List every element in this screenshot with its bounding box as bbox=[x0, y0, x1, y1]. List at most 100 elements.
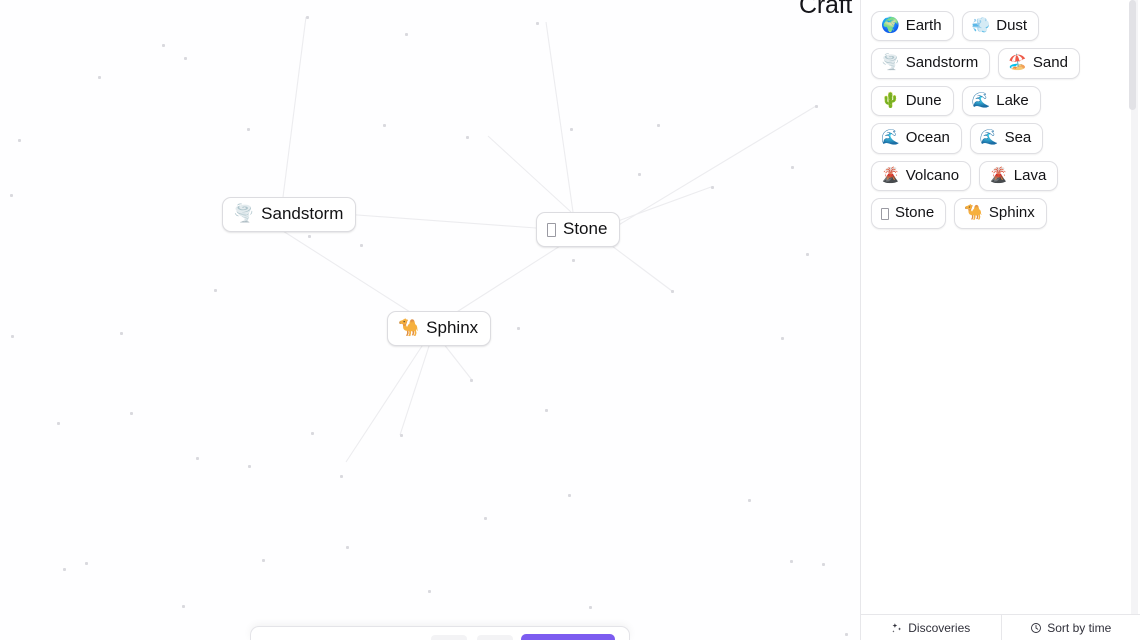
background-dot bbox=[806, 253, 809, 256]
beach-icon: 🏖️ bbox=[1008, 54, 1027, 72]
background-dot bbox=[671, 290, 674, 293]
element-chip-dust[interactable]: 💨 Dust bbox=[961, 10, 1040, 41]
element-chip-label: Sea bbox=[1004, 129, 1032, 146]
background-dot bbox=[184, 57, 187, 60]
background-dot bbox=[845, 633, 848, 636]
element-chip-stone[interactable]: Stone bbox=[871, 198, 947, 229]
background-dot bbox=[120, 332, 123, 335]
background-dot bbox=[572, 259, 575, 262]
canvas-node-sandstorm[interactable]: 🌪️ Sandstorm bbox=[222, 197, 357, 232]
background-dot bbox=[405, 33, 408, 36]
element-chip-label: Dust bbox=[996, 16, 1028, 34]
background-dot bbox=[18, 139, 21, 142]
background-dot bbox=[130, 412, 133, 415]
background-dot bbox=[484, 517, 487, 520]
sort-by-time-button[interactable]: Sort by time bbox=[1000, 615, 1140, 640]
bottom-dialog-peek[interactable] bbox=[250, 626, 630, 640]
rock-icon bbox=[881, 207, 889, 220]
canvas-node-label: Stone bbox=[563, 219, 608, 238]
app-root: 🌪️SandstormStone🐪Sphinx Craft xxxxxxxxxx… bbox=[0, 0, 1140, 640]
element-chip-volcano[interactable]: 🌋 Volcano bbox=[871, 160, 972, 191]
wave-icon: 🌊 bbox=[979, 129, 999, 147]
background-dot bbox=[360, 244, 363, 247]
background-dot bbox=[247, 128, 250, 131]
sort-by-time-label: Sort by time bbox=[1047, 620, 1112, 635]
background-dot bbox=[196, 457, 199, 460]
volcano-icon: 🌋 bbox=[989, 166, 1008, 184]
crafting-canvas[interactable]: 🌪️ Sandstorm Stone 🐪 Sphinx bbox=[0, 0, 860, 640]
cactus-icon: 🌵 bbox=[881, 91, 900, 109]
background-dot bbox=[400, 434, 403, 437]
background-dot bbox=[589, 606, 592, 609]
tornado-icon: 🌪️ bbox=[233, 204, 255, 224]
camel-icon: 🐪 bbox=[398, 318, 420, 338]
background-dot bbox=[536, 22, 539, 25]
background-dot bbox=[306, 16, 309, 19]
canvas-node-label: Sphinx bbox=[426, 318, 479, 337]
background-dot bbox=[262, 559, 265, 562]
background-dot bbox=[11, 335, 14, 338]
sidebar-scrollbar-track[interactable] bbox=[1129, 0, 1138, 614]
background-dot bbox=[822, 563, 825, 566]
dust-icon: 💨 bbox=[971, 16, 991, 34]
background-dot bbox=[182, 605, 185, 608]
background-dot bbox=[10, 194, 13, 197]
background-dot bbox=[657, 124, 660, 127]
background-dot bbox=[308, 235, 311, 238]
element-chip-sand[interactable]: 🏖️ Sand bbox=[998, 48, 1080, 79]
canvas-node-label: Sandstorm bbox=[261, 204, 344, 223]
element-chip-dune[interactable]: 🌵 Dune bbox=[871, 85, 954, 116]
background-dot bbox=[162, 44, 165, 47]
camel-icon: 🐪 bbox=[964, 204, 983, 222]
elements-scroll-area[interactable]: xxxxxxxxxxxxxxxxxx🌍Earth💨Dust🌪️Sandstorm… bbox=[861, 0, 1140, 614]
background-dot bbox=[98, 76, 101, 79]
element-chip-lake[interactable]: 🌊 Lake bbox=[961, 85, 1041, 116]
sparkles-icon bbox=[891, 622, 903, 634]
background-dot bbox=[517, 327, 520, 330]
background-dot bbox=[214, 289, 217, 292]
background-dot bbox=[248, 465, 251, 468]
canvas-node-sphinx[interactable]: 🐪 Sphinx bbox=[387, 311, 492, 346]
background-dot bbox=[545, 409, 548, 412]
element-chip-lava[interactable]: 🌋 Lava bbox=[979, 160, 1059, 191]
background-dot bbox=[570, 128, 573, 131]
element-chip-label: Sandstorm bbox=[905, 54, 979, 71]
background-dot bbox=[63, 568, 66, 571]
element-chip-label: Ocean bbox=[905, 129, 950, 146]
wave-icon: 🌊 bbox=[971, 91, 991, 109]
tornado-icon: 🌪️ bbox=[881, 54, 900, 72]
dialog-pill bbox=[431, 635, 467, 640]
dialog-pill bbox=[477, 635, 513, 640]
element-chip-sandstorm[interactable]: 🌪️ Sandstorm bbox=[871, 48, 991, 79]
element-chip-ocean[interactable]: 🌊 Ocean bbox=[871, 123, 962, 154]
canvas-node-stone[interactable]: Stone bbox=[536, 212, 621, 247]
earth-icon: 🌍 bbox=[881, 16, 900, 34]
dialog-primary-button[interactable] bbox=[521, 634, 615, 640]
sidebar-bottom-bar: Discoveries Sort by time bbox=[861, 614, 1140, 640]
element-chip-label: Earth bbox=[905, 16, 942, 34]
element-chip-earth[interactable]: 🌍 Earth bbox=[871, 10, 954, 41]
elements-chip-list: xxxxxxxxxxxxxxxxxx🌍Earth💨Dust🌪️Sandstorm… bbox=[871, 0, 1130, 229]
element-chip-label: Dune bbox=[905, 91, 942, 109]
element-chip-sea[interactable]: 🌊 Sea bbox=[969, 123, 1044, 154]
clock-icon bbox=[1030, 622, 1042, 634]
rock-icon bbox=[547, 222, 556, 237]
element-chip-label: Sand bbox=[1032, 54, 1068, 71]
discoveries-button[interactable]: Discoveries bbox=[861, 615, 1001, 640]
sidebar-scrollbar-thumb[interactable] bbox=[1129, 0, 1136, 110]
background-dot bbox=[311, 432, 314, 435]
background-dot bbox=[748, 499, 751, 502]
element-chip-label: Volcano bbox=[905, 166, 960, 184]
background-dot bbox=[466, 136, 469, 139]
background-dot bbox=[383, 124, 386, 127]
element-chip-sphinx[interactable]: 🐪 Sphinx bbox=[954, 198, 1047, 229]
background-dot bbox=[790, 560, 793, 563]
element-chip-label: Lake bbox=[996, 91, 1029, 109]
discoveries-label: Discoveries bbox=[908, 620, 971, 635]
background-dot bbox=[711, 186, 714, 189]
background-dot bbox=[340, 475, 343, 478]
background-dot bbox=[85, 562, 88, 565]
wave-icon: 🌊 bbox=[881, 129, 900, 147]
background-dot bbox=[815, 105, 818, 108]
volcano-icon: 🌋 bbox=[881, 166, 900, 184]
